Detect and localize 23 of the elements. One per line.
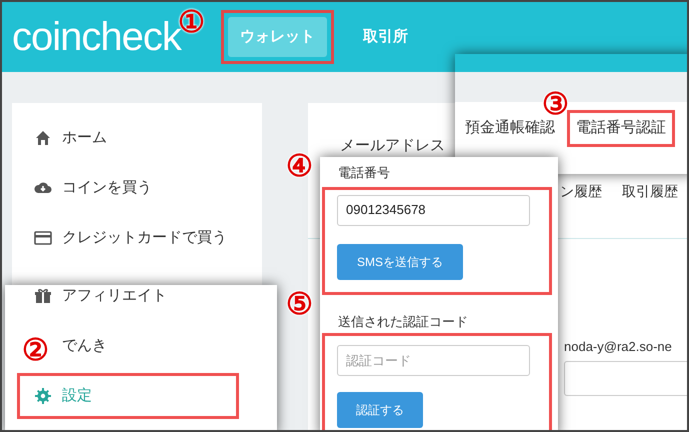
- step-marker: ⑤: [286, 290, 313, 320]
- home-icon: [34, 129, 52, 147]
- email-text: noda-y@ra2.so-ne: [564, 338, 672, 356]
- field-label: 電話番号: [338, 164, 391, 182]
- settings-icon: [34, 387, 52, 405]
- sidebar-item[interactable]: でんき: [62, 334, 107, 358]
- step-marker: ③: [542, 90, 569, 120]
- tab-label[interactable]: メールアドレス: [340, 135, 445, 158]
- phone-input[interactable]: 09012345678: [337, 194, 530, 226]
- step-marker: ④: [286, 152, 313, 182]
- sidebar-item[interactable]: コインを買う: [62, 176, 152, 200]
- credit-card-icon: [34, 229, 52, 247]
- tab-label[interactable]: ン履歴: [560, 181, 602, 202]
- sidebar-item[interactable]: クレジットカードで買う: [62, 226, 227, 250]
- sidebar-item[interactable]: ホーム: [62, 126, 107, 150]
- tab-label[interactable]: 預金通帳確認: [465, 117, 555, 140]
- field-label: 送信された認証コード: [338, 312, 469, 330]
- tab-label[interactable]: 電話番号認証: [567, 110, 675, 146]
- step-marker: ①: [178, 8, 205, 38]
- input-field[interactable]: [564, 361, 687, 396]
- sidebar-item[interactable]: アフィリエイト: [62, 284, 167, 308]
- step-marker: ②: [22, 336, 49, 366]
- tab-label[interactable]: 取引履歴: [622, 181, 678, 202]
